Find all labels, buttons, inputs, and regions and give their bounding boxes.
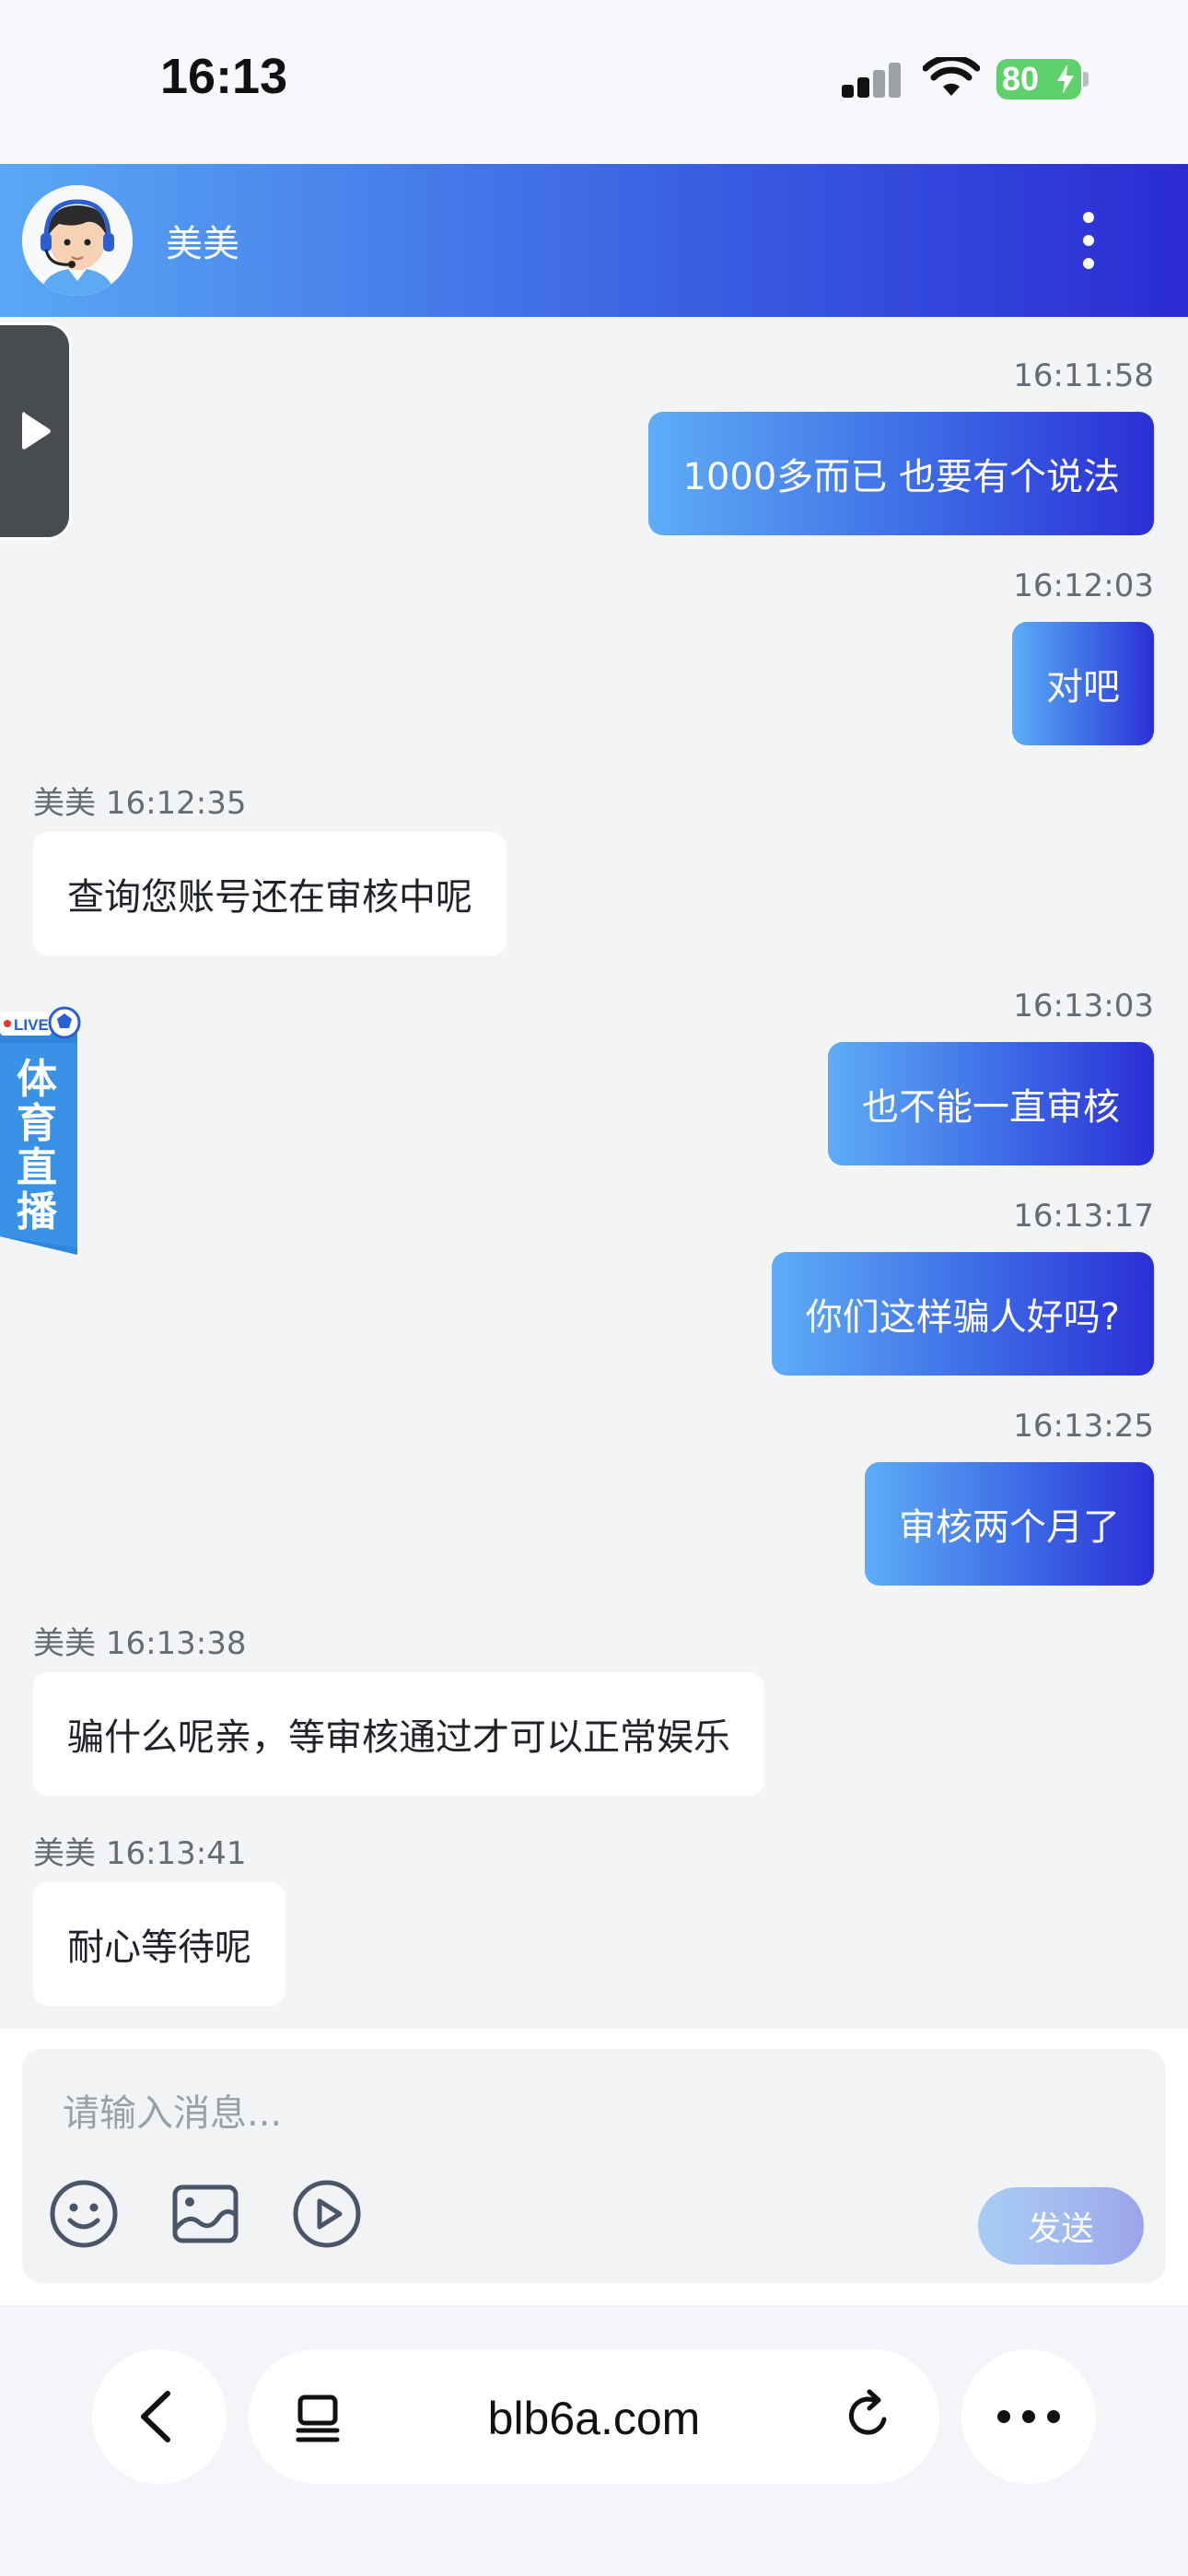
agent-avatar-headset-icon <box>22 185 133 296</box>
message-timestamp: 16:12:35 <box>105 785 247 822</box>
more-horizontal-icon <box>997 2410 1060 2423</box>
incoming-message-bubble: 查询您账号还在审核中呢 <box>33 832 507 955</box>
incoming-message-meta: 美美 16:13:38 <box>33 1618 247 1663</box>
battery-cap <box>1083 72 1089 87</box>
sports-live-badge[interactable]: LIVE 体 育 直 播 <box>0 1006 81 1255</box>
browser-toolbar: blb6a.com <box>0 2305 1188 2576</box>
message-timestamp: 16:12:03 <box>1013 568 1154 604</box>
incoming-message-bubble: 骗什么呢亲，等审核通过才可以正常娱乐 <box>33 1672 764 1796</box>
charging-bolt-icon <box>1057 64 1074 94</box>
message-timestamp: 16:13:41 <box>105 1835 247 1872</box>
chevron-left-icon <box>141 2391 170 2442</box>
address-bar[interactable]: blb6a.com <box>249 2349 939 2484</box>
message-timestamp: 16:13:17 <box>1013 1198 1154 1235</box>
agent-name: 美美 <box>166 223 239 265</box>
play-arrow-icon <box>22 412 51 450</box>
sports-badge-char-1: 体 <box>17 1056 57 1103</box>
incoming-message-meta: 美美 16:13:41 <box>33 1828 247 1873</box>
outgoing-message-bubble: 审核两个月了 <box>865 1462 1154 1586</box>
cellular-signal-icon <box>842 61 903 98</box>
message-timestamp: 16:13:03 <box>1013 988 1154 1025</box>
sports-badge-live: LIVE <box>14 1016 49 1034</box>
message-composer: 发送 <box>0 2029 1188 2305</box>
sender-name: 美美 <box>33 785 96 822</box>
battery-indicator: 80 <box>996 59 1081 100</box>
url-text: blb6a.com <box>487 2393 701 2444</box>
more-vertical-icon[interactable] <box>1072 208 1105 273</box>
incoming-message-meta: 美美 16:12:35 <box>33 778 247 823</box>
outgoing-message-bubble: 你们这样骗人好吗? <box>771 1252 1154 1376</box>
side-panel-toggle[interactable] <box>0 322 72 540</box>
message-timestamp: 16:13:38 <box>105 1625 247 1662</box>
chat-header: 美美 <box>0 164 1188 317</box>
back-button[interactable] <box>92 2349 227 2484</box>
outgoing-message-bubble: 1000多而已 也要有个说法 <box>648 412 1154 535</box>
incoming-message-bubble: 耐心等待呢 <box>33 1882 285 2006</box>
emoji-icon[interactable] <box>48 2178 120 2250</box>
status-bar: 16:13 80 <box>0 0 1188 164</box>
more-options-button[interactable] <box>961 2349 1096 2484</box>
sports-badge-char-4: 播 <box>17 1188 58 1235</box>
status-time: 16:13 <box>160 49 288 104</box>
sender-name: 美美 <box>33 1835 96 1872</box>
sports-badge-char-2: 育 <box>17 1100 57 1147</box>
sports-badge-char-3: 直 <box>17 1144 57 1191</box>
agent-avatar[interactable] <box>22 185 133 296</box>
message-timestamp: 16:11:58 <box>1013 357 1154 394</box>
reload-icon[interactable] <box>842 2388 897 2443</box>
outgoing-message-bubble: 对吧 <box>1012 622 1154 745</box>
send-button[interactable]: 发送 <box>978 2187 1144 2265</box>
outgoing-message-bubble: 也不能一直审核 <box>828 1042 1154 1165</box>
wifi-icon <box>923 57 980 96</box>
image-icon[interactable] <box>169 2178 241 2250</box>
video-icon[interactable] <box>291 2178 363 2250</box>
sender-name: 美美 <box>33 1625 96 1662</box>
message-input[interactable] <box>63 2084 1076 2143</box>
composer-box: 发送 <box>22 2049 1166 2283</box>
sports-live-banner-icon: LIVE 体 育 直 播 <box>0 1006 81 1255</box>
battery-level: 80 <box>1002 60 1040 98</box>
message-timestamp: 16:13:25 <box>1013 1408 1154 1445</box>
